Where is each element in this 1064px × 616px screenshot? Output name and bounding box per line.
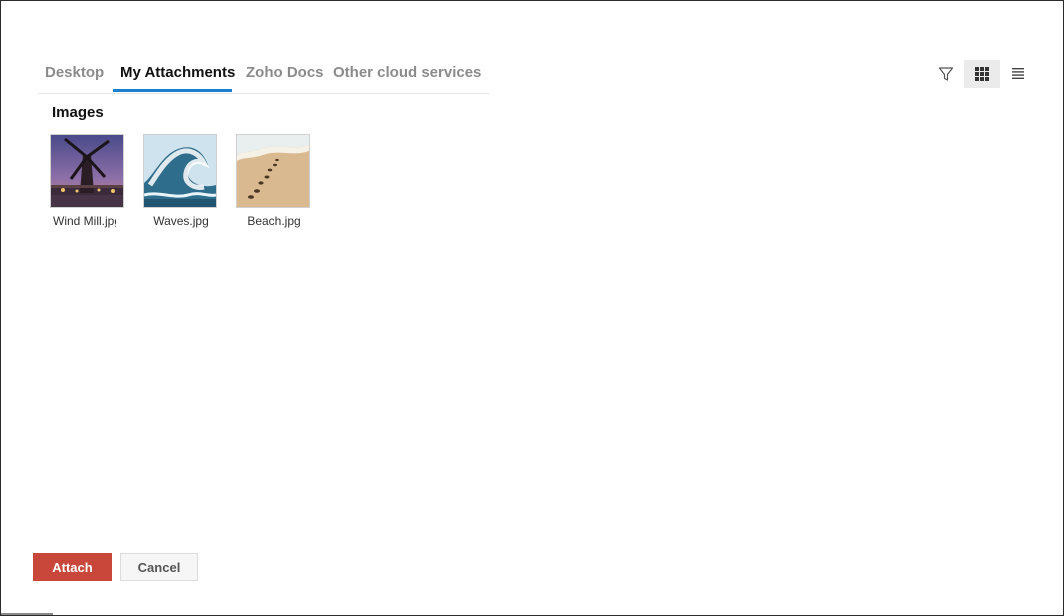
attachment-dialog: Desktop My Attachments Zoho Docs Other c… <box>0 0 1064 616</box>
view-toolbar <box>928 60 1036 88</box>
filter-icon <box>938 67 954 81</box>
file-item-beach[interactable]: Beach.jpg <box>236 134 329 228</box>
tab-other-cloud-services[interactable]: Other cloud services <box>326 61 481 92</box>
file-grid: Wind Mill.jpg Waves.jpg Beach.jpg <box>50 134 329 228</box>
file-name: Waves.jpg <box>153 214 209 228</box>
filter-button[interactable] <box>928 60 964 88</box>
beach-image <box>237 135 309 207</box>
list-view-icon <box>1012 68 1024 79</box>
file-item-wind-mill[interactable]: Wind Mill.jpg <box>50 134 143 228</box>
file-thumbnail <box>50 134 124 208</box>
file-item-waves[interactable]: Waves.jpg <box>143 134 236 228</box>
grid-view-button[interactable] <box>964 60 1000 88</box>
source-tabs: Desktop My Attachments Zoho Docs Other c… <box>38 61 489 94</box>
waves-image <box>144 135 216 207</box>
windmill-image <box>51 135 123 207</box>
section-title: Images <box>52 104 104 121</box>
cancel-button[interactable]: Cancel <box>120 553 198 581</box>
grid-view-icon <box>975 67 989 81</box>
tab-my-attachments[interactable]: My Attachments <box>113 61 235 92</box>
file-thumbnail <box>236 134 310 208</box>
list-view-button[interactable] <box>1000 60 1036 88</box>
scrollbar-fragment <box>1 613 53 615</box>
tab-desktop[interactable]: Desktop <box>38 61 106 92</box>
file-thumbnail <box>143 134 217 208</box>
file-name: Wind Mill.jpg <box>53 214 116 228</box>
tab-zoho-docs[interactable]: Zoho Docs <box>239 61 324 92</box>
attach-button[interactable]: Attach <box>33 553 112 581</box>
file-name: Beach.jpg <box>247 214 301 228</box>
